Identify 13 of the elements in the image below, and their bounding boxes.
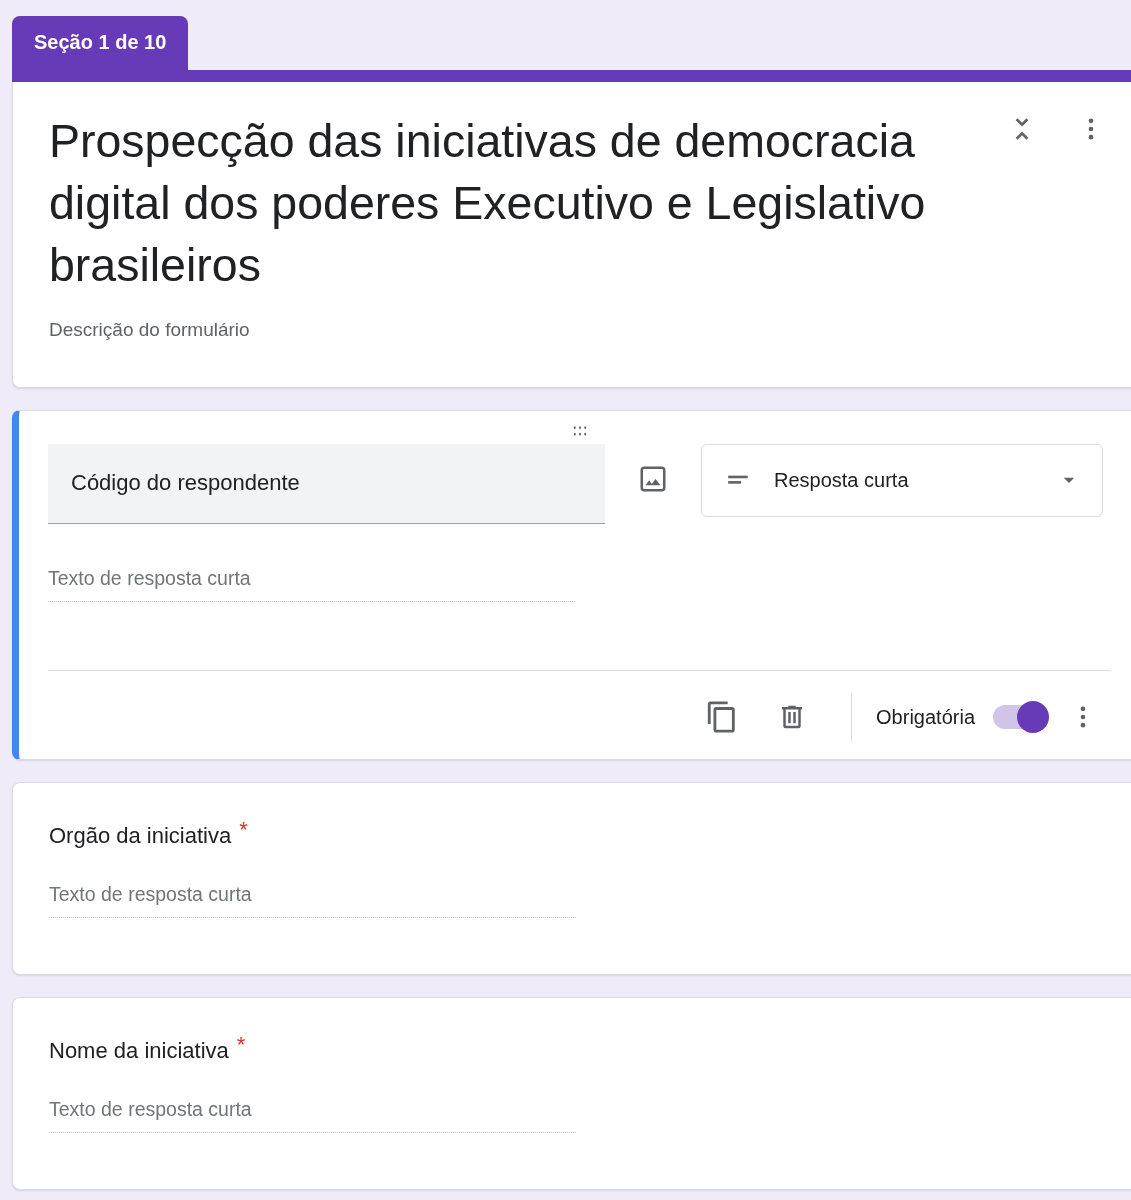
required-mark: * <box>239 816 248 842</box>
question-title-field[interactable]: Código do respondente <box>48 443 605 524</box>
required-mark: * <box>236 1032 246 1057</box>
required-label: Obrigatória <box>876 704 975 730</box>
question-title: Orgão da iniciativa <box>49 822 232 848</box>
question-title: Nome da iniciativa <box>49 1038 229 1063</box>
answer-hint: Texto de resposta curta <box>49 1095 576 1134</box>
question-type-dropdown[interactable]: Resposta curta <box>701 443 1103 517</box>
form-description: Descrição do formulário <box>49 318 251 342</box>
form-title: Prospecção das iniciativas de democracia digital dos poderes Executivo e Legislativo brasileiros <box>49 114 927 293</box>
answer-hint: Texto de resposta curta <box>48 563 575 602</box>
answer-hint: Texto de resposta curta <box>49 879 576 918</box>
section-tab[interactable]: Seção 1 de 10 <box>12 16 189 70</box>
